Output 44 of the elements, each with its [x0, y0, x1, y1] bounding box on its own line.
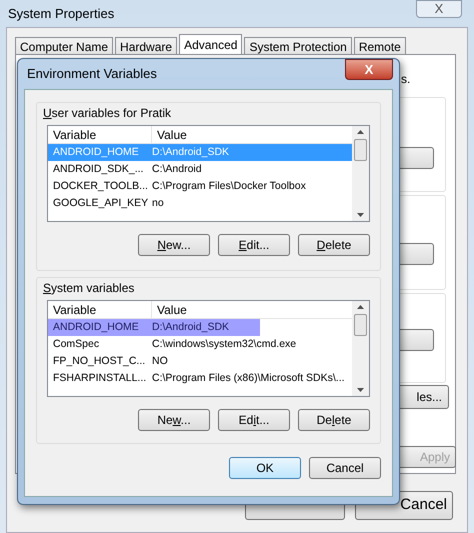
delete-button[interactable]: Delete — [298, 234, 370, 256]
column-header[interactable]: Value — [152, 301, 352, 318]
variable-value: NO — [152, 354, 168, 369]
tab[interactable]: Advanced — [179, 34, 242, 55]
tab[interactable]: Hardware — [115, 37, 178, 55]
delete-button[interactable]: Delete — [298, 409, 370, 431]
edit-button[interactable]: Edit... — [218, 234, 290, 256]
tab[interactable]: Computer Name — [15, 37, 114, 55]
variable-name: GOOGLE_API_KEY — [53, 196, 148, 209]
variable-row[interactable]: ANDROID_SDK_... C:\Android — [48, 161, 352, 178]
cancel-button[interactable]: Cancel — [309, 457, 381, 479]
variable-name: ANDROID_HOME — [53, 320, 139, 333]
close-button[interactable]: X — [416, 0, 462, 18]
variable-row[interactable]: FP_NO_HOST_C... NO — [48, 353, 352, 370]
variable-name: ANDROID_SDK_... — [53, 162, 144, 175]
variable-row[interactable]: ComSpec C:\windows\system32\cmd.exe — [48, 336, 352, 353]
variable-value: C:\Android — [152, 162, 202, 177]
panel-text: s. — [401, 71, 410, 88]
new-button[interactable]: New... — [138, 234, 210, 256]
dialog-title: Environment Variables — [26, 65, 157, 84]
group-label: System variables — [42, 280, 136, 297]
variable-name: FP_NO_HOST_C... — [53, 354, 146, 367]
variable-row[interactable]: ANDROID_HOME D:\Android_SDK — [48, 319, 260, 336]
variable-name: DOCKER_TOOLB... — [53, 180, 148, 192]
variable-row[interactable]: FSHARPINSTALL... C:\Program Files (x86)\Microsoft SDKs\... — [48, 370, 352, 387]
variable-value: no — [152, 196, 164, 211]
variable-name: FSHARPINSTALL... — [53, 372, 146, 384]
column-header[interactable]: Value — [152, 126, 352, 144]
edit-button[interactable]: Edit... — [218, 409, 290, 431]
group-label: User variables for Pratik — [42, 105, 172, 122]
new-button[interactable]: New... — [138, 409, 210, 431]
tab[interactable]: System Protection — [244, 37, 352, 55]
ok-button[interactable]: OK — [229, 457, 301, 479]
variable-value: C:\Program Files (x86)\Microsoft SDKs\... — [152, 370, 345, 386]
variable-value: C:\windows\system32\cmd.exe — [152, 336, 296, 352]
window-title: System Properties — [8, 5, 114, 23]
variable-name: ANDROID_HOME — [53, 146, 139, 158]
variable-row[interactable]: DOCKER_TOOLB... C:\Program Files\Docker Toolbox — [48, 178, 352, 195]
tab[interactable]: Remote — [354, 37, 406, 55]
variable-value: D:\Android_SDK — [152, 144, 230, 160]
variable-value: D:\Android_SDK — [152, 320, 230, 335]
variable-row[interactable]: GOOGLE_API_KEY no — [48, 195, 352, 212]
variable-value: C:\Program Files\Docker Toolbox — [152, 178, 306, 194]
variable-name: ComSpec — [53, 338, 100, 350]
